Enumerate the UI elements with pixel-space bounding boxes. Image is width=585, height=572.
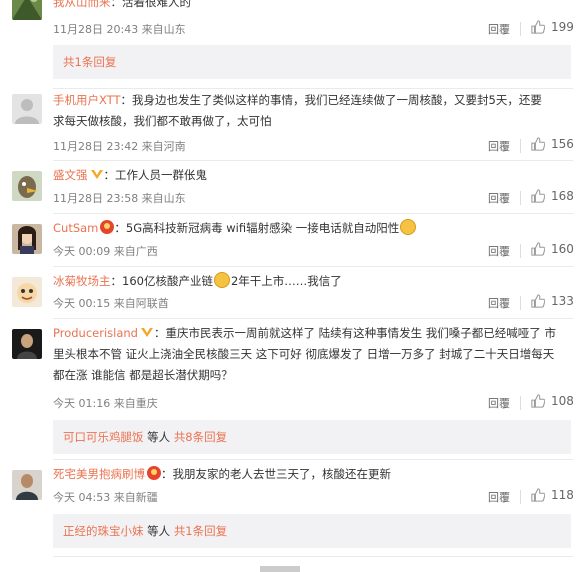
divider (53, 556, 573, 557)
divider (520, 396, 521, 410)
comment-text: 冰菊牧场主：160亿核酸产业链 2年干上市……我信了 (53, 272, 342, 288)
comment-text: Producerisland ：重庆市民表示一周前就这样了 陆续有这种事情发生 我… (53, 326, 556, 340)
comment-meta: 11月28日 20:43 来自山东 (53, 23, 186, 36)
like-count: 199 (551, 20, 574, 34)
reply-summary[interactable]: 共1条回复 (53, 45, 571, 79)
divider (520, 244, 521, 258)
divider (53, 318, 573, 319)
reply-user-link[interactable]: 可口可乐鸡腿饭 (63, 430, 144, 444)
reply-count-link[interactable]: 共1条回复 (174, 524, 227, 538)
reply-count-link[interactable]: 共8条回复 (174, 430, 227, 444)
comment-meta: 11月28日 23:42 来自河南 (53, 140, 186, 153)
comment-username[interactable]: 盛文强 (53, 168, 88, 182)
reply-button[interactable]: 回覆 (488, 21, 510, 37)
avatar[interactable] (12, 171, 42, 201)
thumb-up-icon (531, 488, 545, 502)
thumb-up-icon (531, 394, 545, 408)
comment-username[interactable]: 手机用户XTT (53, 93, 121, 107)
like-count: 160 (551, 242, 574, 256)
more-indicator[interactable] (260, 566, 300, 572)
comment-text: 盛文强 ：工作人员一群伥鬼 (53, 168, 207, 182)
reply-button[interactable]: 回覆 (488, 243, 510, 259)
thumb-up-icon (531, 20, 545, 34)
emoji-face-icon (400, 219, 417, 235)
reply-button[interactable]: 回覆 (488, 190, 510, 206)
comment-username[interactable]: Producerisland (53, 326, 138, 340)
divider (53, 266, 573, 267)
divider (520, 139, 521, 153)
divider (520, 490, 521, 504)
like-button[interactable]: 108 (531, 394, 574, 408)
comment-username[interactable]: 我从山而来 (53, 0, 111, 9)
comment-text-cont: 里头根本不管 证火上浇油全民核酸三天 这下可好 彻底爆发了 日增一万多了 封城了… (53, 347, 555, 361)
like-count: 133 (551, 294, 574, 308)
divider (53, 459, 573, 460)
comment-text: CutSam ：5G高科技新冠病毒 wifi辐射感染 一接电话就自动阳性 (53, 218, 571, 239)
comment-text-cont: 求每天做核酸，我们都不敢再做了，太可怕 (53, 114, 272, 128)
thumb-up-icon (531, 242, 545, 256)
divider (520, 22, 521, 36)
like-button[interactable]: 133 (531, 294, 574, 308)
like-button[interactable]: 118 (531, 488, 574, 502)
comment-username[interactable]: 冰菊牧场主 (53, 274, 111, 288)
reply-button[interactable]: 回覆 (488, 489, 510, 505)
comment-meta: 今天 01:16 来自重庆 (53, 397, 158, 410)
reply-user-link[interactable]: 正经的珠宝小妹 (63, 524, 144, 538)
vip-crown-icon (140, 328, 153, 337)
like-button[interactable]: 199 (531, 20, 574, 34)
comment-text-cont: 都在涨 谁能信 都是超长潜伏期吗？ (53, 368, 233, 382)
comment-meta: 今天 04:53 来自新疆 (53, 491, 158, 504)
like-count: 118 (551, 488, 574, 502)
comment-username[interactable]: 死宅美男抱病刷博 (53, 467, 145, 481)
avatar[interactable] (12, 0, 42, 20)
avatar[interactable] (12, 94, 42, 124)
divider (520, 191, 521, 205)
member-badge-icon (147, 466, 161, 480)
reply-button[interactable]: 回覆 (488, 395, 510, 411)
vip-crown-icon (90, 170, 103, 179)
like-button[interactable]: 168 (531, 189, 574, 203)
comment-username[interactable]: CutSam (53, 221, 98, 235)
avatar[interactable] (12, 329, 42, 359)
thumb-up-icon (531, 294, 545, 308)
member-badge-icon (100, 220, 115, 234)
like-count: 168 (551, 189, 574, 203)
like-button[interactable]: 160 (531, 242, 574, 256)
like-count: 108 (551, 394, 574, 408)
reply-button[interactable]: 回覆 (488, 295, 510, 311)
divider (53, 88, 573, 89)
divider (520, 296, 521, 310)
avatar[interactable] (12, 470, 42, 500)
reply-button[interactable]: 回覆 (488, 138, 510, 154)
divider (53, 213, 573, 214)
emoji-face-icon (213, 272, 230, 288)
thumb-up-icon (531, 189, 545, 203)
comment-text: 死宅美男抱病刷博 ：我朋友家的老人去世三天了，核酸还在更新 (53, 466, 391, 481)
like-button[interactable]: 156 (531, 137, 574, 151)
like-count: 156 (551, 137, 574, 151)
comment-meta: 今天 00:15 来自阿联酋 (53, 297, 169, 310)
reply-summary[interactable]: 正经的珠宝小妹 等人 共1条回复 (53, 514, 571, 548)
avatar[interactable] (12, 224, 42, 254)
divider (53, 160, 573, 161)
comment-text: 我从山而来：活着很难人的 (53, 0, 571, 13)
avatar[interactable] (12, 277, 42, 307)
reply-summary[interactable]: 可口可乐鸡腿饭 等人 共8条回复 (53, 420, 571, 454)
comment-meta: 今天 00:09 来自广西 (53, 245, 158, 258)
thumb-up-icon (531, 137, 545, 151)
comment-text: 手机用户XTT：我身边也发生了类似这样的事情，我们已经连续做了一周核酸，又要封5… (53, 93, 542, 107)
comment-meta: 11月28日 23:58 来自山东 (53, 192, 186, 205)
